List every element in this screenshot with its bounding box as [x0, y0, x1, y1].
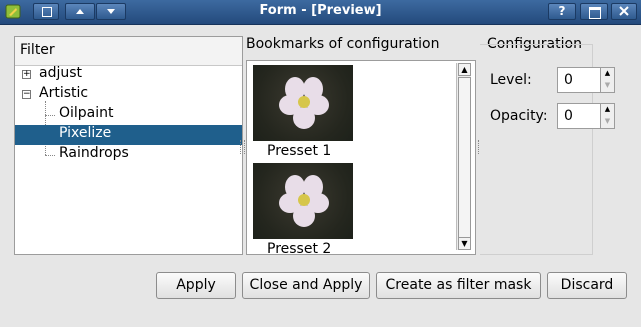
tree-item-raindrops[interactable]: Raindrops — [15, 145, 242, 165]
opacity-value: 0 — [564, 108, 573, 124]
opacity-spinbox[interactable]: 0 ▲ ▼ — [557, 103, 615, 129]
expand-icon[interactable]: + — [22, 70, 31, 79]
help-icon: ? — [558, 4, 566, 18]
window-title: Form - [Preview] — [259, 3, 382, 18]
filter-header-label: Filter — [20, 42, 55, 58]
close-button[interactable] — [611, 3, 637, 20]
tree-item-label: adjust — [39, 65, 83, 81]
filter-tree-header: Filter — [15, 37, 242, 66]
create-filter-mask-button[interactable]: Create as filter mask — [376, 272, 541, 299]
bookmark-item[interactable]: Presset 1 — [251, 65, 355, 161]
level-value: 0 — [564, 72, 573, 88]
opacity-decrement-icon[interactable]: ▼ — [600, 116, 614, 128]
bookmarks-header: Bookmarks of configuration — [246, 36, 440, 52]
level-increment-icon[interactable]: ▲ — [600, 68, 614, 80]
tree-item-label: Pixelize — [59, 125, 112, 141]
scroll-down-icon[interactable]: ▼ — [458, 237, 471, 250]
help-button[interactable]: ? — [548, 3, 576, 20]
scroll-thumb[interactable] — [458, 77, 471, 243]
tree-item-adjust[interactable]: + adjust — [15, 65, 242, 85]
scroll-up-icon[interactable]: ▲ — [458, 63, 471, 76]
level-spinbox[interactable]: 0 ▲ ▼ — [557, 67, 615, 93]
bookmark-thumbnail — [253, 163, 353, 239]
bookmark-item[interactable]: Presset 2 — [251, 163, 355, 255]
bookmark-label: Presset 2 — [267, 241, 332, 255]
discard-button[interactable]: Discard — [547, 272, 627, 299]
tree-item-pixelize[interactable]: Pixelize — [15, 125, 242, 145]
tree-item-artistic[interactable]: − Artistic — [15, 85, 242, 105]
filter-tree[interactable]: Filter + adjust − Artistic Oilpaint Pixe… — [14, 36, 243, 255]
level-label: Level: — [490, 72, 532, 88]
title-bar: Form - [Preview] ? — [0, 0, 641, 25]
level-decrement-icon[interactable]: ▼ — [600, 80, 614, 92]
tree-item-label: Oilpaint — [59, 105, 114, 121]
collapse-icon[interactable]: − — [22, 90, 31, 99]
apply-button[interactable]: Apply — [156, 272, 236, 299]
close-icon — [619, 6, 629, 16]
maximize-icon — [589, 7, 601, 19]
maximize-button[interactable] — [580, 3, 608, 20]
tree-item-label: Artistic — [39, 85, 89, 101]
opacity-increment-icon[interactable]: ▲ — [600, 104, 614, 116]
close-and-apply-button[interactable]: Close and Apply — [242, 272, 370, 299]
splitter-handle[interactable] — [240, 140, 245, 154]
bookmark-label: Presset 1 — [267, 143, 332, 159]
bookmarks-list[interactable]: Presset 1 Presset 2 — [246, 60, 476, 255]
opacity-label: Opacity: — [490, 108, 548, 124]
tree-item-label: Raindrops — [59, 145, 129, 161]
bookmark-thumbnail — [253, 65, 353, 141]
bookmarks-scrollbar[interactable]: ▲ ▼ — [456, 63, 471, 250]
tree-item-oilpaint[interactable]: Oilpaint — [15, 105, 242, 125]
